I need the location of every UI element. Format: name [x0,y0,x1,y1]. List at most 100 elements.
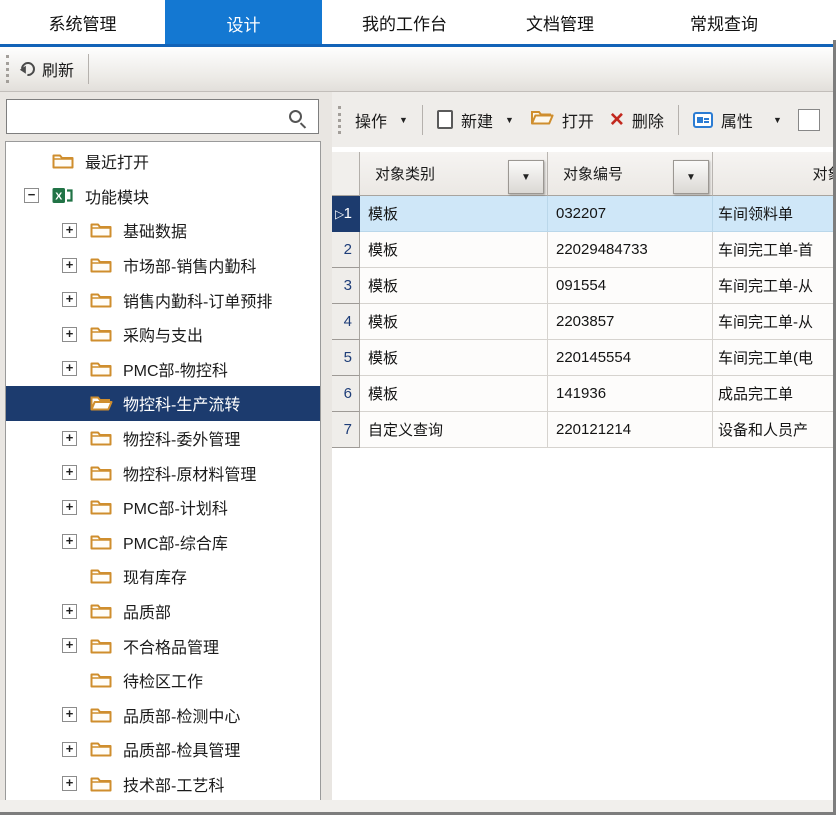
tab-document-management[interactable]: 文档管理 [487,0,633,44]
row-number-cell[interactable]: ▷ 7 [332,412,360,448]
tree-item[interactable]: + X 不合格品管理 [6,628,320,663]
column-header-category[interactable]: 对象类别 ▼ [360,152,548,196]
tab-system-management[interactable]: 系统管理 [0,0,165,44]
tree-item[interactable]: X 最近打开 [6,144,320,179]
delete-button[interactable]: × 删除 [602,104,672,136]
tree-expander-icon[interactable]: + [62,292,77,307]
cell-name[interactable]: 设备和人员产 [713,412,836,448]
tree-item[interactable]: + X 市场部-销售内勤科 [6,248,320,283]
tree-item[interactable]: + X 品质部-检具管理 [6,732,320,767]
grid-toolbar-grip[interactable] [338,106,341,134]
tree-item[interactable]: + X 物控科-原材料管理 [6,455,320,490]
table-row[interactable]: ▷ 5 模板 220145554 车间完工单(电 [332,340,836,376]
tree-item[interactable]: + X 品质部-检测中心 [6,698,320,733]
tree-expander-icon[interactable]: + [62,361,77,376]
cell-number[interactable]: 2203857 [548,304,713,340]
tree-expander-icon[interactable]: + [62,707,77,722]
cell-name[interactable]: 车间领料单 [713,196,836,232]
folder-icon: X [90,636,113,655]
tree-item[interactable]: − X 功能模块 [6,179,320,214]
refresh-button[interactable]: 刷新 [13,53,82,85]
tree-item[interactable]: + X PMC部-计划科 [6,490,320,525]
new-button[interactable]: 新建 ▼ [429,104,522,136]
properties-button[interactable]: 属性 ▼ [685,104,790,136]
cell-category[interactable]: 模板 [360,340,548,376]
open-button[interactable]: 打开 [522,104,602,136]
tree-expander-icon[interactable]: + [62,776,77,791]
table-row[interactable]: ▷ 1 模板 032207 车间领料单 [332,196,836,232]
search-input[interactable] [7,100,289,133]
table-row[interactable]: ▷ 4 模板 2203857 车间完工单-从 [332,304,836,340]
cell-number[interactable]: 220121214 [548,412,713,448]
folder-icon: X [90,359,113,378]
tree-expander-icon[interactable]: + [62,742,77,757]
tree-expander-icon[interactable]: + [62,638,77,653]
row-number-cell[interactable]: ▷ 6 [332,376,360,412]
cell-number[interactable]: 032207 [548,196,713,232]
table-row[interactable]: ▷ 6 模板 141936 成品完工单 [332,376,836,412]
cell-number[interactable]: 141936 [548,376,713,412]
row-number-cell[interactable]: ▷ 5 [332,340,360,376]
tab-my-workbench[interactable]: 我的工作台 [322,0,487,44]
tree-item[interactable]: + X 采购与支出 [6,317,320,352]
toolbar-grip[interactable] [6,55,9,83]
folder-icon: X [90,463,113,482]
filter-dropdown-button[interactable]: ▼ [508,160,544,194]
cell-category[interactable]: 模板 [360,376,548,412]
tree-item[interactable]: + X 物控科-委外管理 [6,421,320,456]
row-number-cell[interactable]: ▷ 1 [332,196,360,232]
column-header-name[interactable]: 对象名称 [713,152,836,196]
tree-expander-icon[interactable]: + [62,258,77,273]
cell-category[interactable]: 自定义查询 [360,412,548,448]
tree-expander-icon[interactable]: + [62,534,77,549]
tree-expander-icon[interactable]: + [62,465,77,480]
cell-category[interactable]: 模板 [360,232,548,268]
tree-expander-icon[interactable]: + [62,223,77,238]
cell-name[interactable]: 车间完工单(电 [713,340,836,376]
cell-category[interactable]: 模板 [360,196,548,232]
row-number: 4 [344,313,352,330]
tree-expander-icon[interactable]: + [62,431,77,446]
cell-category[interactable]: 模板 [360,304,548,340]
tree-item[interactable]: + X PMC部-综合库 [6,525,320,560]
table-row[interactable]: ▷ 7 自定义查询 220121214 设备和人员产 [332,412,836,448]
cell-name[interactable]: 成品完工单 [713,376,836,412]
toolbar-checkbox[interactable] [798,109,820,131]
tree-item-label: PMC部-计划科 [123,495,228,519]
new-document-icon [437,110,453,129]
tree-item[interactable]: + X 销售内勤科-订单预排 [6,282,320,317]
tree-search-box [6,99,319,134]
tab-design[interactable]: 设计 [165,0,322,47]
cell-name[interactable]: 车间完工单-首 [713,232,836,268]
cell-name[interactable]: 车间完工单-从 [713,304,836,340]
tree-expander-icon[interactable]: + [62,327,77,342]
tree-expander-icon[interactable]: + [62,604,77,619]
tree-item[interactable]: X 现有库存 [6,559,320,594]
tree-item[interactable]: + X 技术部-工艺科 [6,767,320,802]
column-header-number[interactable]: 对象编号 ▼ [548,152,713,196]
tree-item[interactable]: + X 基础数据 [6,213,320,248]
panel-splitter[interactable] [322,92,332,800]
cell-category[interactable]: 模板 [360,268,548,304]
tree-item[interactable]: X 物控科-生产流转 [6,386,320,421]
tree-item[interactable]: X 待检区工作 [6,663,320,698]
row-number-cell[interactable]: ▷ 2 [332,232,360,268]
tab-general-query[interactable]: 常规查询 [633,0,815,44]
filter-dropdown-button[interactable]: ▼ [673,160,709,194]
tree-expander-icon[interactable]: + [62,500,77,515]
table-row[interactable]: ▷ 2 模板 22029484733 车间完工单-首 [332,232,836,268]
tree-item[interactable]: + X 品质部 [6,594,320,629]
tree-expander-icon[interactable]: − [24,188,39,203]
operate-dropdown-button[interactable]: 操作 ▼ [347,104,416,136]
cell-number[interactable]: 22029484733 [548,232,713,268]
cell-number[interactable]: 091554 [548,268,713,304]
row-number-cell[interactable]: ▷ 4 [332,304,360,340]
row-number: 3 [344,277,352,294]
cell-name[interactable]: 车间完工单-从 [713,268,836,304]
tree-item-label: 物控科-原材料管理 [123,461,256,485]
row-number-cell[interactable]: ▷ 3 [332,268,360,304]
cell-number[interactable]: 220145554 [548,340,713,376]
tree-item[interactable]: + X PMC部-物控科 [6,352,320,387]
table-row[interactable]: ▷ 3 模板 091554 车间完工单-从 [332,268,836,304]
search-icon[interactable] [289,110,302,123]
